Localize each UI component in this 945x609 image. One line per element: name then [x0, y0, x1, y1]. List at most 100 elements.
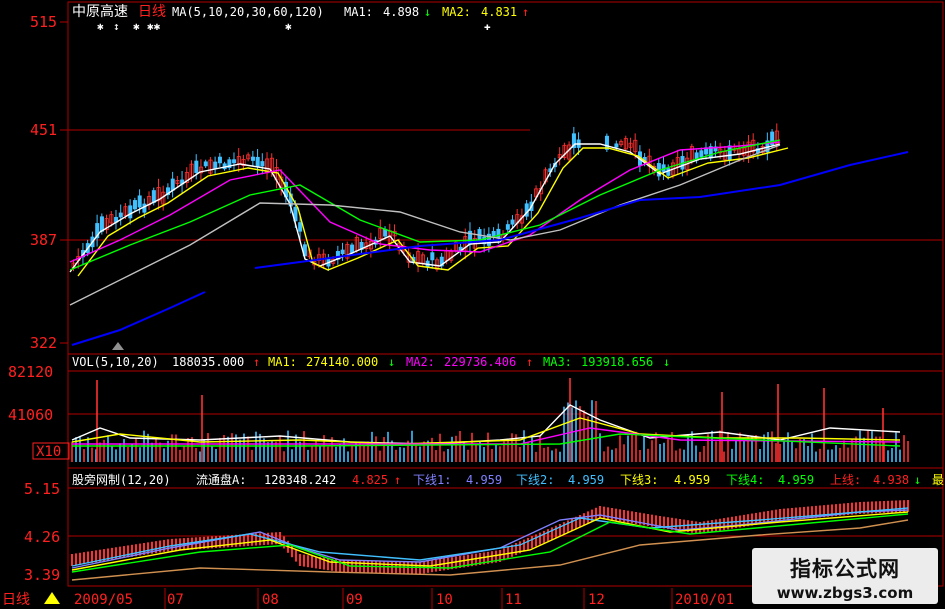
candle-body: [350, 244, 355, 254]
l4-value: 4.959: [778, 473, 814, 487]
star-marker-icon: ✱: [285, 20, 292, 33]
scroll-marker-icon[interactable]: [112, 342, 124, 350]
candle-body: [614, 143, 619, 148]
candle-body: [699, 150, 704, 158]
stock-chart-window: 515 451 387 322 82120 41060 X10 5.15 4.2…: [0, 1, 945, 609]
candle-body: [151, 190, 156, 203]
l3-label: 下线3:: [620, 473, 658, 487]
l3-value: 4.959: [674, 473, 710, 487]
date-label: 09: [346, 592, 363, 608]
vol-ma1-arrow-icon: ↓: [388, 355, 395, 369]
date-label: 2010/01: [675, 592, 734, 608]
vol-arrow-icon: ↑: [253, 355, 260, 369]
date-label: 12: [588, 592, 605, 608]
indicator-tick-label: 4.26: [24, 528, 60, 546]
watermark-logo: 指标公式网 www.zbgs3.com: [752, 548, 938, 604]
ma-indicator-name: MA(5,10,20,30,60,120): [172, 5, 324, 19]
ma30-line: [69, 139, 781, 271]
candle-body: [496, 228, 501, 239]
price-y-axis: 515 451 387 322: [30, 13, 68, 352]
volume-tick-label: 82120: [8, 363, 53, 381]
price-tick-label: 515: [30, 13, 57, 31]
ind-value: 4.825: [352, 473, 388, 487]
candle-body: [132, 200, 137, 210]
vol-ma1-label: MA1:: [268, 355, 297, 369]
candle-body: [505, 224, 510, 230]
candle-body: [340, 249, 345, 255]
price-plot: [69, 123, 909, 346]
candle-body: [260, 161, 265, 167]
candle-body: [137, 195, 142, 208]
ind-name: 股旁网制(12,20): [72, 472, 171, 487]
candle-body: [727, 145, 732, 161]
arrow-marker-icon: ↕: [113, 20, 120, 33]
candle-body: [118, 212, 123, 218]
candle-body: [217, 156, 222, 164]
indicator-header: 股旁网制(12,20) 流通盘A: 128348.242 4.825 ↑ 下线1…: [72, 472, 944, 487]
l4-label: 下线4:: [726, 473, 764, 487]
star-marker-icon: ✱✱: [147, 20, 161, 33]
date-label: 10: [436, 592, 453, 608]
star-marker-icon: ✱: [97, 20, 104, 33]
period-tab[interactable]: 日线: [2, 592, 30, 608]
price-tick-label: 322: [30, 334, 57, 352]
stock-name: 中原高速: [72, 3, 128, 20]
candle-body: [99, 216, 104, 232]
vol-ma2-arrow-icon: ↑: [526, 355, 533, 369]
up-label: 上线:: [830, 473, 861, 487]
up-value: 4.938: [873, 473, 909, 487]
volume-tick-label: 41060: [8, 406, 53, 424]
candle-body: [250, 156, 255, 161]
candle-body: [170, 178, 175, 191]
date-label: 2009/05: [74, 592, 133, 608]
date-label: 08: [262, 592, 279, 608]
ma2-label: MA2:: [442, 5, 471, 19]
price-tick-label: 387: [30, 231, 57, 249]
watermark-title: 指标公式网: [790, 557, 900, 581]
l2-value: 4.959: [568, 473, 604, 487]
date-label: 07: [167, 592, 184, 608]
volume-plot: [71, 378, 909, 462]
ma1-label: MA1:: [344, 5, 373, 19]
star-marker-icon: ✱: [133, 20, 140, 33]
vol-ma2-label: MA2:: [406, 355, 435, 369]
candle-body: [203, 161, 208, 167]
vol-ma2-value: 229736.406: [444, 355, 516, 369]
float-label: 流通盘A:: [196, 472, 246, 487]
vol-ma3-value: 193918.656: [581, 355, 653, 369]
signal-markers: ✱ ↕ ✱ ✱✱ ✱ ✚: [97, 20, 491, 33]
candle-body: [232, 159, 237, 164]
vol-ma3-arrow-icon: ↓: [663, 355, 670, 369]
indicator-y-axis: 5.15 4.26 3.39: [24, 480, 60, 584]
candle-body: [491, 231, 496, 237]
candle-body: [298, 222, 303, 232]
vol-ma1-value: 274140.000: [306, 355, 378, 369]
volume-unit-label: X10: [36, 444, 61, 460]
ma1-arrow-icon: ↓: [424, 5, 431, 19]
watermark-url: www.zbgs3.com: [776, 584, 914, 602]
ma1-value: 4.898: [383, 5, 419, 19]
up-arrow-icon: ↓: [914, 473, 921, 487]
volume-header: VOL(5,10,20) 188035.000 ↑ MA1: 274140.00…: [72, 355, 670, 369]
float-value: 128348.242: [264, 473, 336, 487]
l1-label: 下线1:: [413, 473, 451, 487]
candle-body: [213, 161, 218, 169]
indicator-tick-label: 5.15: [24, 480, 60, 498]
candle-body: [142, 203, 147, 213]
ma20-line: [69, 141, 781, 263]
date-label: 11: [505, 592, 522, 608]
price-tick-label: 451: [30, 121, 57, 139]
candle-body: [128, 205, 133, 219]
candle-body: [430, 252, 435, 261]
ma2-value: 4.831: [481, 5, 517, 19]
ma120-line: [71, 291, 206, 346]
l1-value: 4.959: [466, 473, 502, 487]
vol-ma3-label: MA3:: [543, 355, 572, 369]
ma2-arrow-icon: ↑: [522, 5, 529, 19]
cross-marker-icon: ✚: [484, 20, 491, 33]
price-header: 中原高速 日线 MA(5,10,20,30,60,120) MA1: 4.898…: [72, 3, 529, 33]
candle-body: [194, 160, 199, 173]
indicator-tick-label: 3.39: [24, 566, 60, 584]
candle-body: [510, 219, 515, 225]
period-label: 日线: [138, 4, 166, 20]
